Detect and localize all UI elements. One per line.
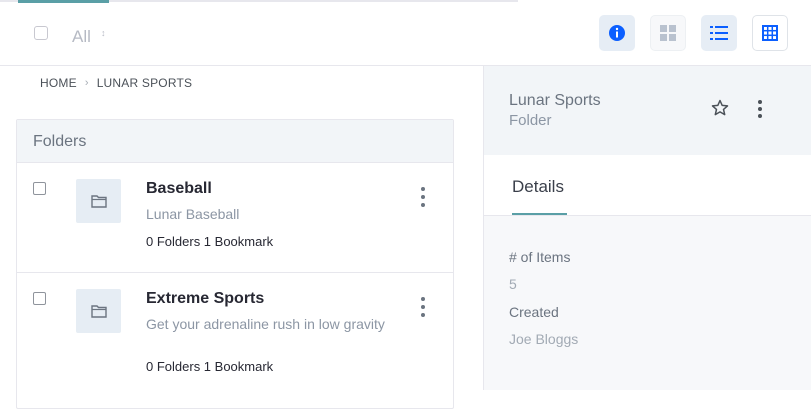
chevron-right-icon: › — [84, 77, 89, 89]
sidebar-tabs: Details — [484, 155, 811, 216]
ellipsis-v-icon[interactable] — [757, 100, 763, 118]
filter-label: All — [72, 27, 91, 46]
management-toolbar: All ↕ — [0, 3, 811, 66]
ellipsis-v-icon[interactable] — [417, 187, 429, 207]
select-all-checkbox[interactable] — [34, 26, 48, 40]
row-title[interactable]: Baseball — [146, 180, 212, 198]
tab-active-indicator — [512, 213, 567, 215]
breadcrumb: HOME › LUNAR SPORTS — [40, 76, 192, 90]
tab-details[interactable]: Details — [512, 177, 564, 197]
list-view-icon — [710, 26, 728, 40]
info-button[interactable] — [599, 15, 635, 51]
cards-view-icon — [660, 25, 676, 41]
detail-value-created: Joe Bloggs — [509, 331, 579, 347]
info-icon — [609, 25, 625, 41]
list-item[interactable]: Extreme Sports Get your adrenaline rush … — [17, 273, 453, 393]
sidebar-header: Lunar Sports Folder — [484, 66, 811, 155]
folder-sticker — [76, 289, 121, 333]
caret-double-icon: ↕ — [101, 28, 106, 38]
folders-header: Folders — [17, 120, 453, 163]
breadcrumb-home[interactable]: HOME — [40, 76, 77, 90]
row-checkbox[interactable] — [33, 182, 46, 195]
star-icon[interactable] — [711, 99, 729, 117]
row-title[interactable]: Extreme Sports — [146, 290, 264, 308]
list-item[interactable]: Baseball Lunar Baseball 0 Folders 1 Book… — [17, 163, 453, 273]
folder-icon — [90, 195, 107, 208]
row-meta: 0 Folders 1 Bookmark — [146, 359, 274, 374]
list-view-button[interactable] — [701, 15, 737, 51]
folders-panel: Folders Baseball Lunar Baseball 0 Folder… — [16, 119, 454, 409]
sidebar-subtitle: Folder — [509, 112, 552, 129]
breadcrumb-current: LUNAR SPORTS — [96, 76, 193, 90]
row-checkbox[interactable] — [33, 292, 46, 305]
folder-icon — [90, 305, 107, 318]
folder-sticker — [76, 179, 121, 223]
table-view-button[interactable] — [752, 15, 788, 51]
ellipsis-v-icon[interactable] — [417, 297, 429, 317]
table-view-icon — [762, 25, 778, 41]
filter-dropdown[interactable]: All — [72, 27, 91, 47]
detail-label-items: # of Items — [509, 249, 571, 265]
row-subtitle: Lunar Baseball — [146, 206, 240, 222]
row-subtitle: Get your adrenaline rush in low gravity — [146, 316, 385, 332]
detail-label-created: Created — [509, 304, 559, 320]
info-sidebar: Lunar Sports Folder Details # of Items 5… — [483, 66, 811, 390]
row-meta: 0 Folders 1 Bookmark — [146, 234, 274, 249]
sidebar-title: Lunar Sports — [509, 92, 601, 109]
detail-value-items: 5 — [509, 276, 517, 292]
cards-view-button[interactable] — [650, 15, 686, 51]
